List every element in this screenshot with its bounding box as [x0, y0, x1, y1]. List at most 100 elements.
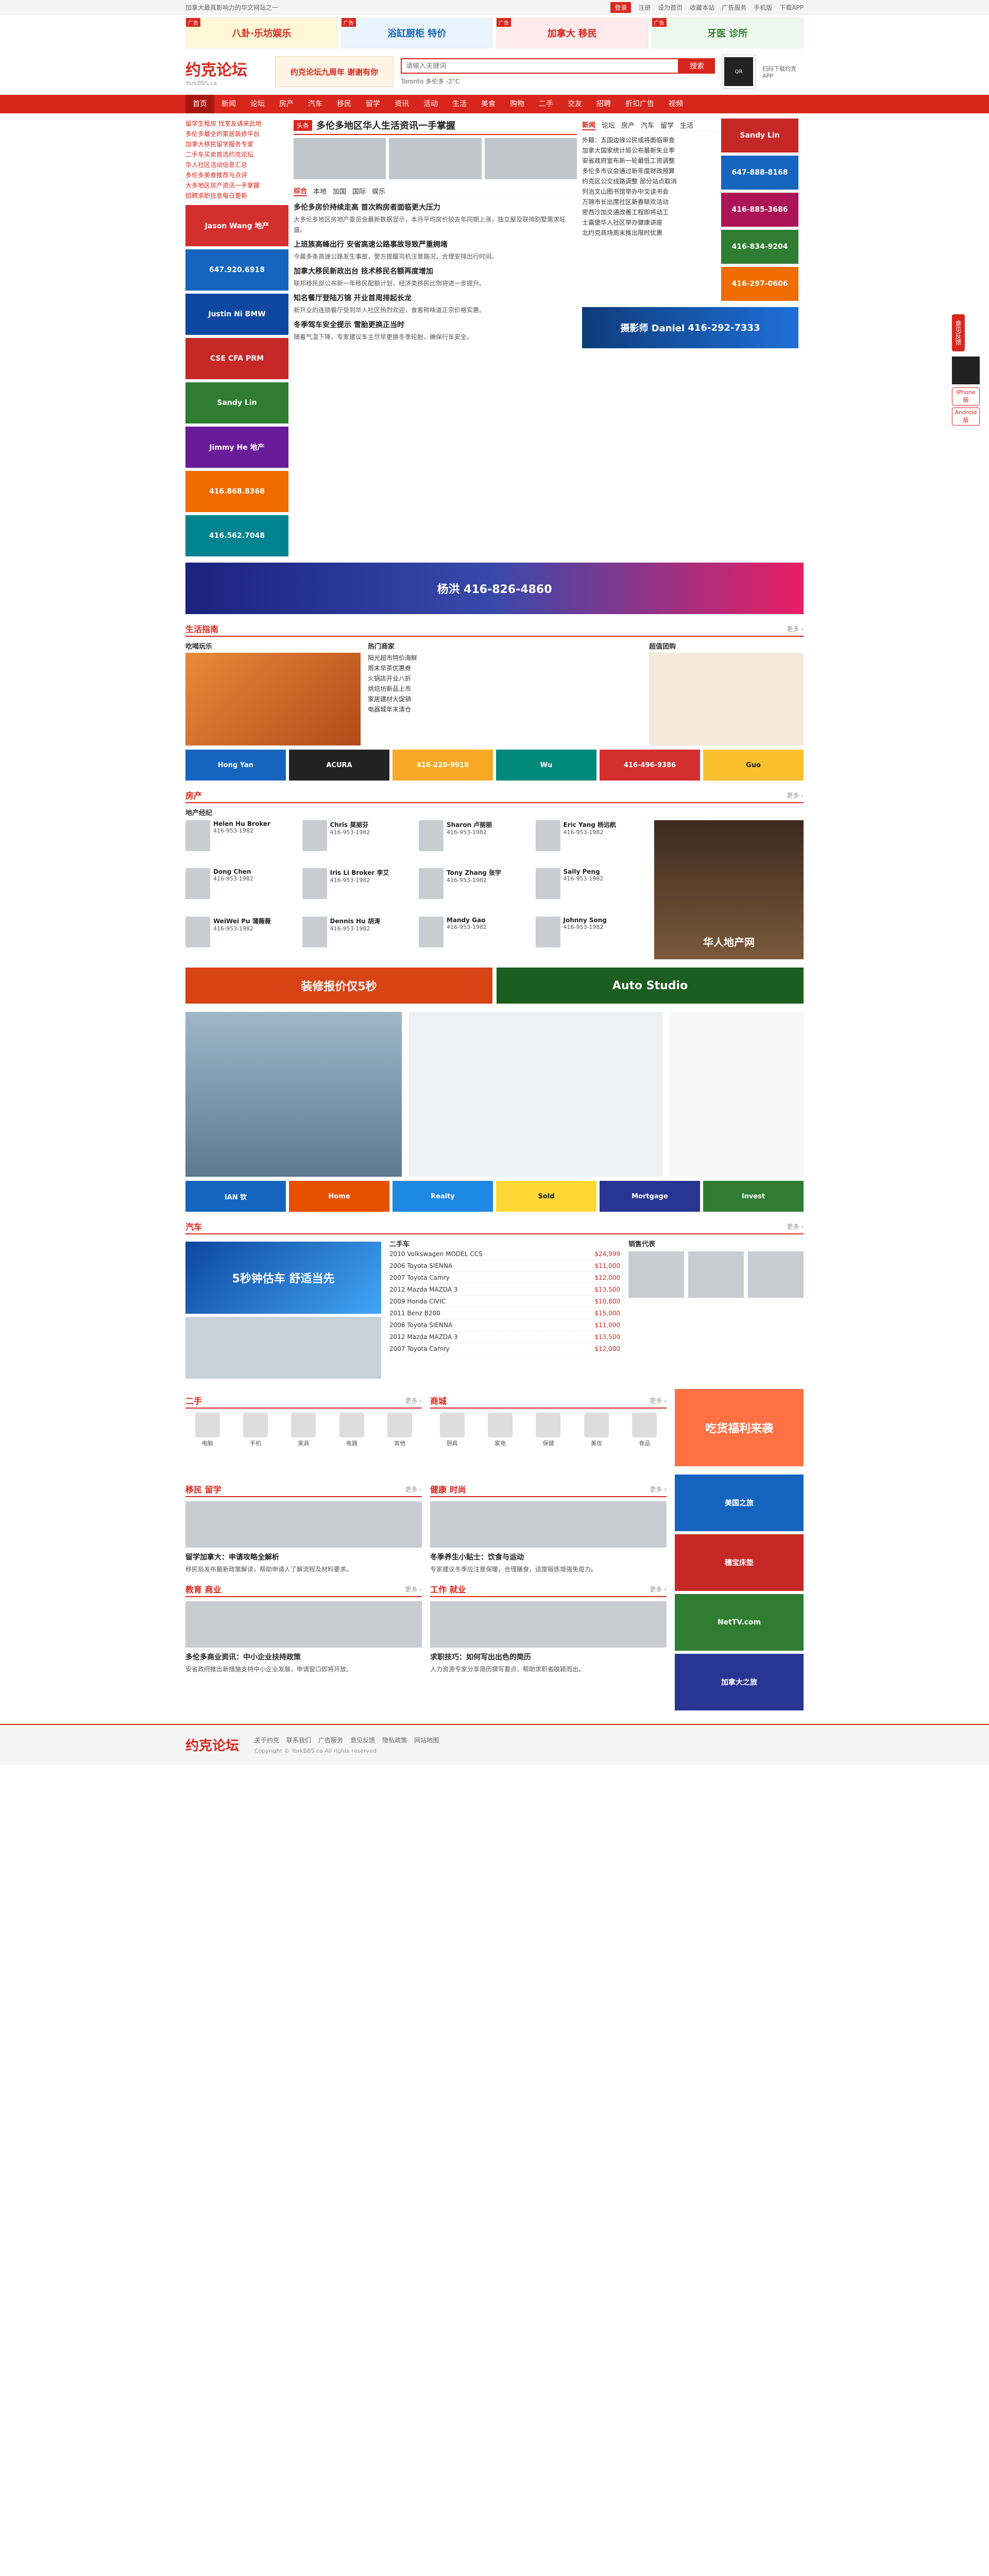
- footer-logo[interactable]: 约克论坛: [185, 1735, 239, 1754]
- category-item[interactable]: 其他: [378, 1413, 422, 1447]
- list-item[interactable]: 约克区公交线路调整 部分站点取消: [582, 176, 717, 187]
- homepage-link[interactable]: 设为首页: [658, 3, 683, 12]
- news-tab[interactable]: 综合: [294, 185, 308, 196]
- nav-item[interactable]: 二手: [532, 95, 560, 113]
- side-ad[interactable]: Sandy Lin: [185, 382, 288, 423]
- list-item[interactable]: 外籍：五国边缘公民或将面临审查: [582, 135, 717, 145]
- news-title[interactable]: 知名餐厅登陆万锦 开业首周排起长龙: [294, 293, 577, 303]
- category-item[interactable]: 电脑: [185, 1413, 229, 1447]
- section-image[interactable]: [430, 1501, 667, 1548]
- car-row[interactable]: 2006 Toyota SIENNA $11,000: [389, 1319, 620, 1331]
- list-item[interactable]: 多伦多最全的家居装修平台: [185, 129, 288, 139]
- side-ad[interactable]: 647-888-8168: [721, 156, 798, 190]
- side-ad[interactable]: Jimmy He 地产: [185, 427, 288, 468]
- app-link[interactable]: 下载APP: [779, 3, 804, 12]
- agent-card[interactable]: WeiWei Pu 蒲薇薇 416-953-1982: [185, 916, 297, 959]
- category-item[interactable]: 家具: [282, 1413, 326, 1447]
- food-image[interactable]: [185, 653, 361, 745]
- bookmark-link[interactable]: 收藏本站: [690, 3, 714, 12]
- agent-card[interactable]: Sally Peng 416-953-1982: [535, 868, 647, 911]
- car-row[interactable]: 2012 Mazda MAZDA 3 $13,500: [389, 1331, 620, 1343]
- nav-item[interactable]: 移民: [330, 95, 359, 113]
- deals-image[interactable]: [649, 653, 804, 745]
- list-item[interactable]: 电器城年末清仓: [368, 704, 642, 715]
- side-ad[interactable]: 加拿大之旅: [675, 1654, 804, 1710]
- side-ad[interactable]: 416-297-0606: [721, 267, 798, 301]
- photographer-ad[interactable]: 摄影师 Daniel 416-292-7333: [582, 307, 798, 348]
- car-photo[interactable]: [185, 1317, 381, 1379]
- top-ad[interactable]: 广告 牙医 诊所: [651, 18, 804, 48]
- list-item[interactable]: 密西沙加交通改善工程即将动工: [582, 207, 717, 217]
- list-item[interactable]: 士嘉堡华人社区举办健康讲座: [582, 217, 717, 228]
- list-item[interactable]: 多伦多美食推荐与点评: [185, 170, 288, 180]
- news-thumb[interactable]: [389, 138, 482, 179]
- news-thumb[interactable]: [294, 138, 386, 179]
- section-image[interactable]: [185, 1601, 422, 1648]
- side-ad[interactable]: 美国之旅: [675, 1475, 804, 1531]
- car-row[interactable]: 2009 Honda CIVIC $10,800: [389, 1296, 620, 1308]
- list-item[interactable]: 二手车买卖首选约克论坛: [185, 149, 288, 160]
- grid-ad[interactable]: Sold: [496, 1181, 596, 1212]
- list-item[interactable]: 加拿大移民留学服务专家: [185, 139, 288, 149]
- category-item[interactable]: 电器: [330, 1413, 373, 1447]
- nav-item[interactable]: 招聘: [589, 95, 618, 113]
- list-item[interactable]: 大多地区房产资讯一手掌握: [185, 180, 288, 191]
- footer-link[interactable]: 广告服务: [318, 1736, 343, 1744]
- foodie-ad[interactable]: 吃货福利来袭: [675, 1389, 804, 1466]
- side-ad[interactable]: 416.868.8368: [185, 471, 288, 512]
- footer-link[interactable]: 关于约克: [254, 1736, 279, 1744]
- side-ad[interactable]: 穗宝床垫: [675, 1534, 804, 1591]
- sales-photo[interactable]: [688, 1251, 744, 1298]
- agent-card[interactable]: Dong Chen 416-953-1982: [185, 868, 297, 911]
- side-ad[interactable]: Sandy Lin: [721, 118, 798, 152]
- news-title[interactable]: 冬季驾车安全提示 雪胎更换正当时: [294, 319, 577, 330]
- list-item[interactable]: 安省政府宣布新一轮最低工资调整: [582, 156, 717, 166]
- feedback-button[interactable]: 意见反馈: [952, 314, 965, 351]
- news-tab[interactable]: 娱乐: [372, 186, 385, 196]
- car-row[interactable]: 2012 Mazda MAZDA 3 $13,500: [389, 1284, 620, 1296]
- section-headline[interactable]: 多伦多商业资讯：中小企业扶持政策: [185, 1652, 422, 1662]
- agent-card[interactable]: Helen Hu Broker 416-953-1982: [185, 820, 297, 863]
- product-item[interactable]: 保健: [526, 1413, 570, 1447]
- anniversary-ad[interactable]: 约克论坛九周年 谢谢有你: [275, 56, 394, 87]
- side-ad[interactable]: NetTV.com: [675, 1594, 804, 1651]
- right-tab[interactable]: 新闻: [582, 120, 596, 130]
- side-ad[interactable]: 416.562.7048: [185, 515, 288, 556]
- right-tab[interactable]: 论坛: [602, 120, 615, 130]
- news-tab[interactable]: 本地: [313, 186, 327, 196]
- grid-ad[interactable]: 416-496-9386: [600, 750, 700, 781]
- side-ad[interactable]: 647.920.6918: [185, 249, 288, 291]
- sales-photo[interactable]: [628, 1251, 684, 1298]
- auto-studio-ad[interactable]: Auto Studio: [497, 968, 804, 1004]
- ad-service-link[interactable]: 广告服务: [722, 3, 746, 12]
- headline[interactable]: 多伦多地区华人生活资讯一手掌握: [316, 118, 455, 132]
- car-row[interactable]: 2006 Toyota SIENNA $11,000: [389, 1260, 620, 1272]
- news-title[interactable]: 上班族高峰出行 安省高速公路事故导致严重拥堵: [294, 239, 577, 249]
- agent-card[interactable]: Eric Yang 杨远航 416-953-1982: [535, 820, 647, 863]
- nav-item[interactable]: 折扣广告: [618, 95, 661, 113]
- list-item[interactable]: 加拿大国家统计局公布最新失业率: [582, 145, 717, 156]
- right-tab[interactable]: 留学: [660, 120, 674, 130]
- car-row[interactable]: 2011 Benz B200 $15,000: [389, 1308, 620, 1319]
- car-row[interactable]: 2007 Toyota Camry $12,000: [389, 1343, 620, 1355]
- login-link[interactable]: 登录: [610, 2, 632, 13]
- grid-ad[interactable]: Home: [289, 1181, 389, 1212]
- list-item[interactable]: 招聘求职信息每日更新: [185, 191, 288, 201]
- agent-card[interactable]: Johnny Song 416-953-1982: [535, 916, 647, 959]
- agent-card[interactable]: Iris Li Broker 李艾 416-953-1982: [302, 868, 414, 911]
- nav-item[interactable]: 购物: [503, 95, 532, 113]
- android-button[interactable]: Android版: [952, 408, 980, 426]
- agent-card[interactable]: Mandy Gao 416-953-1982: [419, 916, 531, 959]
- footer-link[interactable]: 意见反馈: [350, 1736, 375, 1744]
- car-row[interactable]: 2007 Toyota Camry $12,000: [389, 1272, 620, 1284]
- grid-ad[interactable]: Invest: [703, 1181, 804, 1212]
- agent-card[interactable]: Dennis Hu 胡涛 416-953-1982: [302, 916, 414, 959]
- renovation-ad[interactable]: 装修报价仅5秒: [185, 968, 492, 1004]
- right-tab[interactable]: 房产: [621, 120, 635, 130]
- sales-photo[interactable]: [748, 1251, 804, 1298]
- section-headline[interactable]: 留学加拿大：申请攻略全解析: [185, 1552, 422, 1562]
- list-item[interactable]: 留学生租房 找室友请来此地: [185, 118, 288, 129]
- section-headline[interactable]: 求职技巧：如何写出出色的简历: [430, 1652, 667, 1662]
- grid-ad[interactable]: Realty: [393, 1181, 493, 1212]
- news-thumb[interactable]: [484, 138, 577, 179]
